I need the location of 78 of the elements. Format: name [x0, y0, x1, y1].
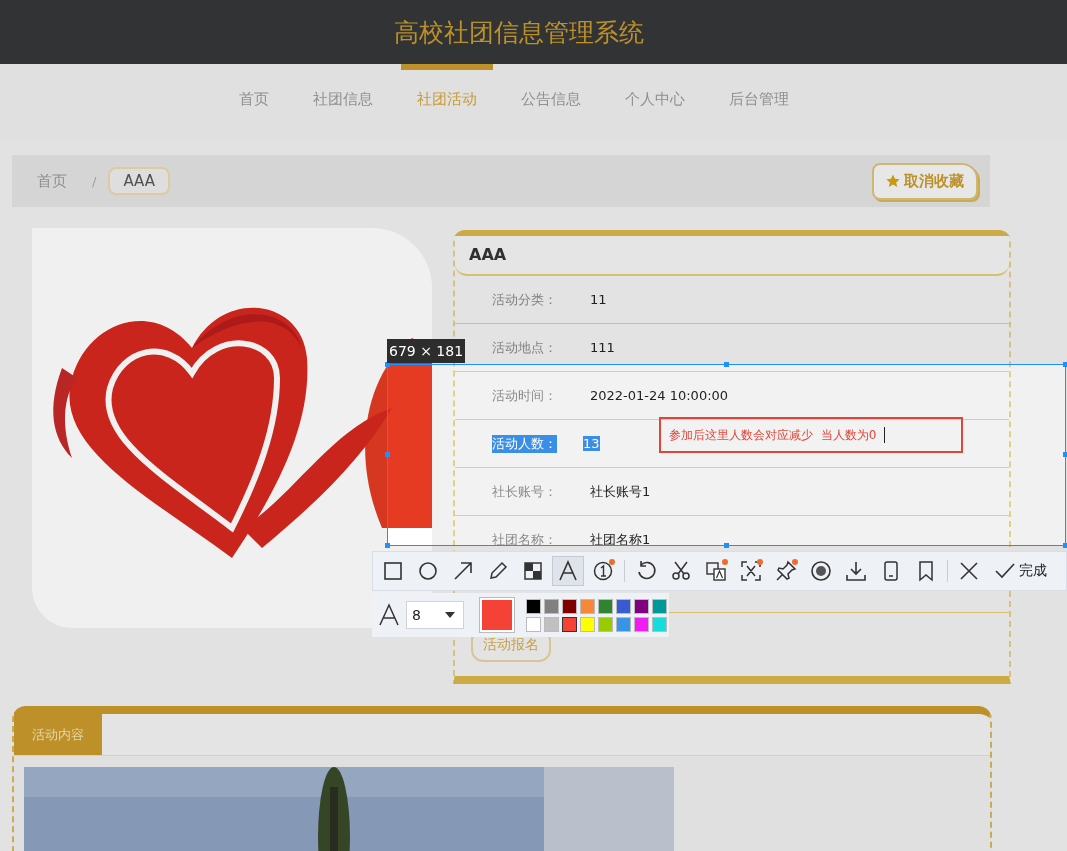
close-icon	[958, 560, 980, 582]
pencil-icon	[487, 560, 509, 582]
notification-dot	[722, 559, 728, 565]
nav-link[interactable]: 社团信息	[296, 64, 389, 140]
breadcrumb-separator: /	[91, 173, 98, 189]
activity-title: AAA	[455, 236, 1009, 276]
tool-button[interactable]	[552, 556, 584, 586]
star-icon	[886, 174, 900, 188]
resize-handle[interactable]	[1063, 543, 1067, 548]
nav-link[interactable]: 社团活动	[400, 64, 493, 140]
color-swatch[interactable]	[544, 616, 559, 632]
resize-handle[interactable]	[385, 543, 390, 548]
circle-icon	[417, 560, 439, 582]
rectangle-icon	[382, 560, 404, 582]
color-swatch[interactable]	[544, 598, 559, 614]
pin-icon	[775, 560, 797, 582]
scan-icon	[740, 560, 762, 582]
resize-handle[interactable]	[1063, 452, 1067, 457]
caret-icon	[445, 612, 455, 618]
color-swatch[interactable]	[580, 598, 595, 614]
numbered-circle-icon	[592, 560, 614, 582]
text-cursor	[884, 427, 886, 443]
nav-link[interactable]: 公告信息	[504, 64, 597, 140]
download-icon	[845, 560, 867, 582]
field-label: 社长账号：	[492, 482, 558, 501]
color-swatch[interactable]	[634, 598, 649, 614]
text-tool-icon	[557, 560, 579, 582]
color-swatch[interactable]	[598, 616, 613, 632]
color-swatch[interactable]	[652, 616, 667, 632]
font-size-select[interactable]: 8	[406, 601, 464, 629]
record-icon	[810, 560, 832, 582]
resize-handle[interactable]	[724, 362, 729, 367]
current-color-swatch[interactable]	[480, 598, 514, 632]
field-value: 2022-01-24 10:00:00	[590, 388, 729, 403]
site-title: 高校社团信息管理系统	[393, 16, 644, 49]
content-tab[interactable]: 活动内容	[14, 714, 102, 755]
notification-dot	[609, 559, 615, 565]
scissors-icon	[670, 560, 692, 582]
field-label: 活动分类：	[492, 290, 558, 309]
annotation-text: 参加后这里人数会对应减少 当人数为0	[669, 426, 877, 444]
resize-handle[interactable]	[385, 452, 390, 457]
unfavorite-button[interactable]: 取消收藏	[872, 162, 978, 200]
nav-link[interactable]: 后台管理	[712, 64, 805, 140]
nav-link[interactable]: 个人中心	[608, 64, 701, 140]
done-button[interactable]: 完成	[988, 560, 1053, 582]
field-label: 活动人数：	[492, 434, 557, 453]
field-label: 活动地点：	[492, 338, 558, 357]
field-label: 活动时间：	[492, 386, 558, 405]
arrow-icon	[452, 560, 474, 582]
color-swatch[interactable]	[562, 598, 577, 614]
text-annotation[interactable]: 参加后这里人数会对应减少 当人数为0	[659, 417, 963, 453]
color-swatch[interactable]	[562, 616, 577, 632]
field-value: 11	[590, 292, 607, 307]
color-swatch[interactable]	[634, 616, 649, 632]
font-icon	[378, 603, 400, 627]
notification-dot	[757, 559, 763, 565]
field-value: 111	[590, 340, 615, 355]
color-swatch[interactable]	[526, 616, 541, 632]
field-value: 社长账号1	[590, 482, 651, 501]
resize-handle[interactable]	[724, 543, 729, 548]
color-swatch[interactable]	[598, 598, 613, 614]
field-value: 13	[583, 436, 600, 451]
mosaic-icon	[522, 560, 544, 582]
color-swatch[interactable]	[616, 598, 631, 614]
translate-icon	[705, 560, 727, 582]
nav-link[interactable]: 首页	[222, 64, 285, 140]
resize-handle[interactable]	[1063, 362, 1067, 367]
color-swatch[interactable]	[580, 616, 595, 632]
color-swatch[interactable]	[526, 598, 541, 614]
size-label: 679 × 181	[387, 339, 466, 363]
breadcrumb-link[interactable]: AAA	[108, 167, 170, 195]
undo-icon	[635, 560, 657, 582]
color-swatch[interactable]	[616, 616, 631, 632]
notification-dot	[792, 559, 798, 565]
field-value: 社团名称1	[590, 530, 651, 549]
breadcrumb-link[interactable]: 首页	[24, 171, 80, 191]
color-swatch[interactable]	[652, 598, 667, 614]
field-label: 社团名称：	[492, 530, 558, 549]
